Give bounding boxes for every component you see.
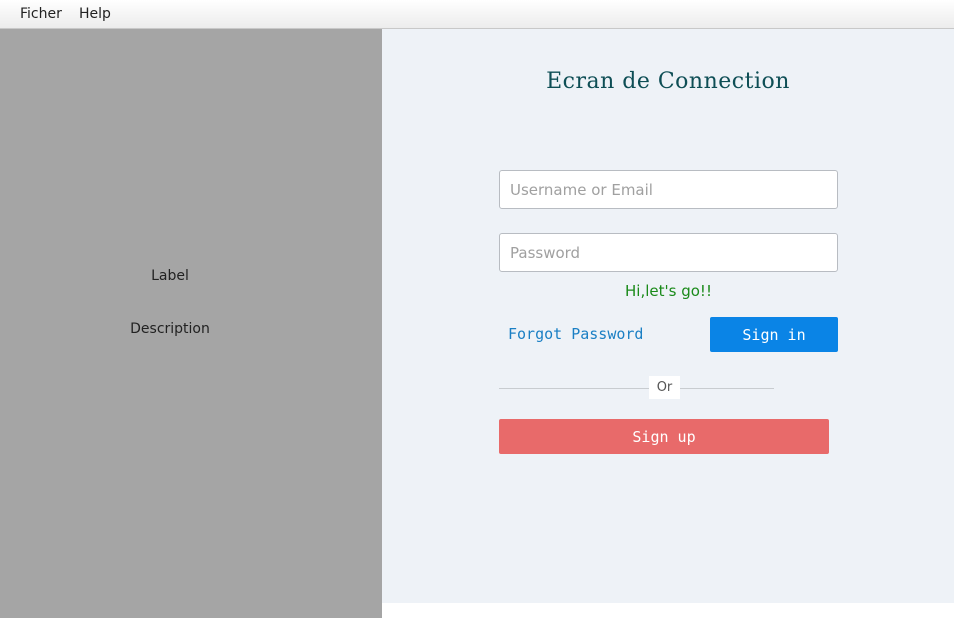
password-field[interactable] bbox=[499, 233, 838, 272]
username-field[interactable] bbox=[499, 170, 838, 209]
greeting-message: Hi,let's go!! bbox=[625, 282, 712, 300]
login-title: Ecran de Connection bbox=[546, 69, 790, 94]
sign-up-button[interactable]: Sign up bbox=[499, 419, 829, 454]
or-label: Or bbox=[649, 376, 680, 399]
panel-description: Description bbox=[130, 321, 210, 337]
or-divider bbox=[499, 388, 774, 389]
login-panel: Ecran de Connection Hi,let's go!! Forgot… bbox=[382, 29, 954, 603]
left-panel: Label Description bbox=[0, 29, 382, 618]
sign-in-button[interactable]: Sign in bbox=[710, 317, 838, 352]
forgot-password-link[interactable]: Forgot Password bbox=[508, 325, 643, 343]
menu-help[interactable]: Help bbox=[79, 6, 111, 22]
panel-label: Label bbox=[151, 268, 189, 284]
menu-ficher[interactable]: Ficher bbox=[20, 6, 62, 22]
menu-bar: Ficher Help bbox=[0, 0, 954, 29]
